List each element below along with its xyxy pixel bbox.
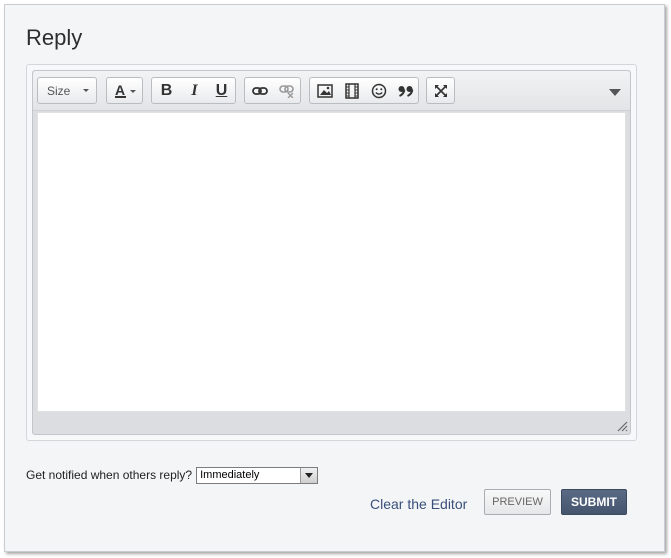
notify-selected-value: Immediately	[200, 468, 260, 481]
emoticon-button[interactable]	[365, 78, 392, 103]
reply-panel: Reply Size A B I U Get notified when oth…	[4, 4, 665, 552]
smiley-icon	[371, 83, 386, 98]
maximize-button[interactable]	[427, 78, 454, 103]
clear-editor-link[interactable]: Clear the Editor	[370, 496, 467, 512]
quote-icon	[398, 85, 413, 97]
size-label: Size	[47, 83, 71, 98]
notify-select[interactable]: Immediately	[196, 466, 319, 484]
resize-grip-icon[interactable]	[616, 420, 628, 432]
notify-row: Get notified when others reply? Immediat…	[26, 465, 319, 485]
underline-icon: U	[215, 81, 228, 99]
editor-container: Size A B I U	[26, 64, 637, 441]
unlink-icon	[278, 84, 294, 98]
image-icon	[316, 83, 333, 98]
editor-toolbar: Size A B I U	[33, 71, 630, 111]
italic-button[interactable]: I	[181, 78, 208, 103]
rich-text-editor: Size A B I U	[32, 70, 631, 435]
film-icon	[344, 82, 359, 99]
preview-button[interactable]: PREVIEW	[484, 489, 551, 515]
triangle-down-icon[interactable]	[609, 89, 621, 96]
italic-icon: I	[191, 81, 198, 99]
color-group: A	[106, 77, 143, 104]
link-icon	[251, 86, 268, 95]
page-title: Reply	[26, 25, 83, 50]
image-button[interactable]	[311, 78, 338, 103]
svg-text:A: A	[115, 83, 125, 98]
bold-button[interactable]: B	[153, 78, 180, 103]
insert-group	[309, 77, 419, 104]
font-color-button[interactable]: A	[109, 78, 142, 103]
view-group	[426, 77, 455, 104]
quote-button[interactable]	[392, 78, 419, 103]
notify-label: Get notified when others reply?	[26, 468, 193, 482]
link-group	[244, 77, 301, 104]
bold-icon: B	[160, 81, 173, 99]
link-button[interactable]	[246, 78, 273, 103]
unlink-button[interactable]	[273, 78, 300, 103]
font-color-icon: A	[114, 83, 136, 98]
size-group: Size	[37, 77, 97, 104]
select-arrow-icon	[300, 467, 318, 483]
size-dropdown[interactable]: Size	[38, 78, 96, 103]
video-button[interactable]	[338, 78, 365, 103]
underline-button[interactable]: U	[208, 78, 235, 103]
message-textarea[interactable]	[37, 112, 626, 412]
submit-button[interactable]: SUBMIT	[561, 489, 627, 515]
format-group: B I U	[151, 77, 236, 104]
caret-down-icon	[83, 89, 89, 92]
expand-icon	[434, 84, 447, 97]
